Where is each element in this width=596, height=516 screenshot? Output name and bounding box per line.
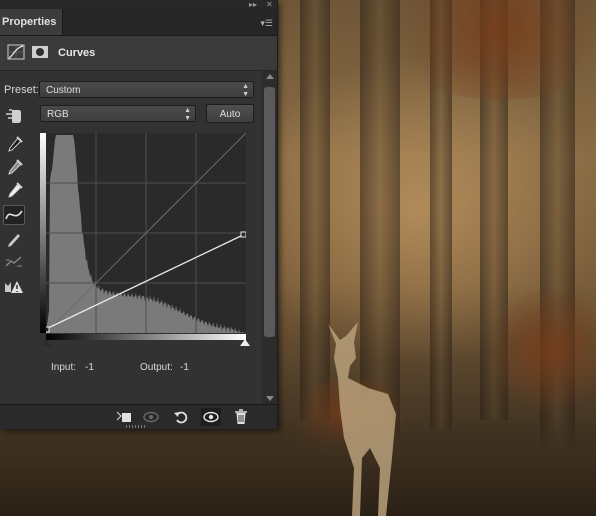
select-arrows-icon: ▲ ▼: [242, 83, 249, 98]
preset-select[interactable]: Custom ▲ ▼: [39, 81, 254, 98]
reset-icon: [174, 411, 188, 424]
scroll-up-icon[interactable]: [266, 74, 274, 79]
pencil-icon[interactable]: [3, 229, 25, 249]
clipping-warning-icon[interactable]: [3, 277, 25, 297]
channel-select[interactable]: RGB ▲ ▼: [40, 105, 196, 122]
black-eyedropper-icon[interactable]: [3, 135, 25, 155]
panel-scrollbar[interactable]: [262, 71, 277, 404]
layer-mask-icon[interactable]: [31, 44, 49, 60]
panel-tab-bar: Properties ▾☰: [0, 9, 277, 36]
input-label: Input:: [51, 362, 77, 373]
hand-adjust-icon[interactable]: [3, 106, 25, 126]
white-point-slider[interactable]: [240, 339, 250, 346]
trash-icon: [235, 409, 247, 424]
curve-points-tool[interactable]: [3, 205, 25, 225]
channel-value: RGB: [47, 109, 69, 120]
clip-to-layer-button[interactable]: [114, 408, 134, 426]
curves-adjustment-icon[interactable]: [7, 44, 25, 60]
eye-icon: [203, 411, 219, 423]
double-chevron-right-icon[interactable]: ▸▸: [249, 0, 257, 9]
close-icon[interactable]: ✕: [266, 0, 273, 9]
white-eyedropper-icon[interactable]: [3, 181, 25, 201]
autumn-foliage: [380, 0, 596, 100]
forest-ground: [0, 416, 596, 516]
black-point-slider[interactable]: [41, 339, 51, 346]
tab-properties[interactable]: Properties: [0, 9, 64, 35]
auto-button[interactable]: Auto: [206, 104, 254, 123]
delete-button[interactable]: [231, 408, 251, 426]
output-value[interactable]: -1: [180, 362, 189, 373]
select-arrows-icon: ▲ ▼: [184, 107, 191, 122]
deer-silhouette: [328, 322, 396, 516]
output-label: Output:: [140, 362, 173, 373]
view-previous-state-icon: [143, 411, 159, 423]
preset-value: Custom: [46, 85, 81, 96]
visibility-button[interactable]: [201, 408, 221, 426]
scroll-down-icon[interactable]: [266, 396, 274, 401]
curve-points-icon: [5, 210, 23, 220]
reset-button[interactable]: [171, 408, 191, 426]
clip-to-layer-icon: [116, 411, 131, 422]
scrollbar-thumb[interactable]: [264, 87, 275, 337]
adjustment-header: Curves: [0, 36, 277, 71]
smooth-curve-icon[interactable]: [3, 252, 25, 272]
panel-resize-grip[interactable]: [126, 425, 146, 428]
properties-panel: ▸▸ ✕ Properties ▾☰ Curves Preset: Custom…: [0, 0, 278, 429]
preset-label: Preset:: [4, 84, 39, 96]
adjustment-title: Curves: [58, 47, 96, 59]
view-previous-state-button[interactable]: [141, 408, 161, 426]
curves-graph[interactable]: [40, 133, 246, 333]
input-gradient-bar: [46, 334, 246, 340]
panel-menu-icon[interactable]: ▾☰: [260, 18, 273, 29]
output-gradient-bar: [40, 133, 46, 333]
curve-point-white[interactable]: [240, 231, 246, 238]
gray-eyedropper-icon[interactable]: [3, 158, 25, 178]
input-value[interactable]: -1: [85, 362, 94, 373]
panel-top-strip: ▸▸ ✕: [0, 0, 277, 9]
